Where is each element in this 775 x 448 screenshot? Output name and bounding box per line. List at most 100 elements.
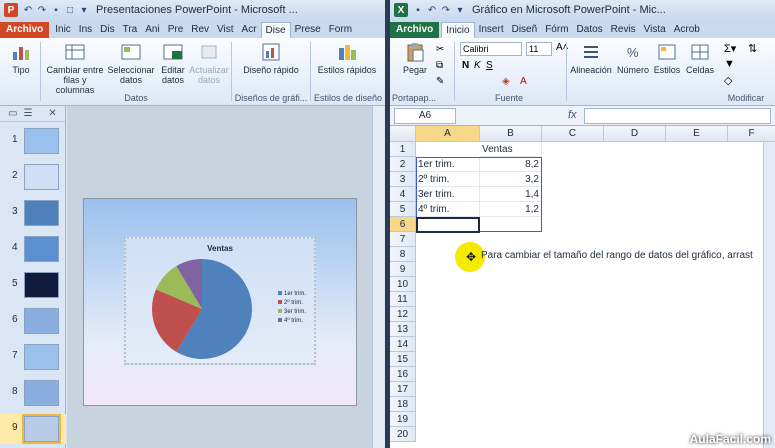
pp-tab-12[interactable]: Form (325, 22, 356, 38)
format-painter-icon[interactable]: ✎ (436, 76, 444, 87)
autosum-icon[interactable]: Σ▾ (724, 42, 736, 55)
xl-tab-2[interactable]: Insert (475, 22, 508, 38)
xl-tab-0[interactable]: Archivo (390, 22, 440, 38)
bold-icon[interactable]: N (462, 60, 469, 71)
slide-thumbnail[interactable]: 3 (0, 198, 66, 228)
slides-tab-icon[interactable]: ▭ (8, 108, 17, 119)
undo-icon[interactable]: ↶ (22, 4, 34, 16)
fill-color-icon[interactable]: ◈ (502, 76, 510, 87)
chart-type-button[interactable]: Tipo (6, 42, 36, 75)
copy-icon[interactable]: ⧉ (436, 60, 443, 71)
xl-tab-5[interactable]: Datos (573, 22, 607, 38)
number-format-button[interactable]: % Número (614, 42, 652, 75)
row-header-20[interactable]: 20 (390, 427, 416, 442)
row-header-1[interactable]: 1 (390, 142, 416, 157)
close-panel-icon[interactable]: ✕ (48, 108, 56, 119)
pp-tab-9[interactable]: Acr (238, 22, 261, 38)
switch-row-column-button[interactable]: Cambiar entre filas y columnas (44, 42, 106, 95)
pp-tab-10[interactable]: Dise (260, 22, 291, 38)
styles-button[interactable]: Estilos (652, 42, 682, 75)
column-header-f[interactable]: F (728, 126, 775, 142)
clear-icon[interactable]: ◇ (724, 74, 732, 87)
cell-label-a2[interactable]: 1er trim. (416, 157, 480, 172)
excel-app-icon[interactable]: X (394, 3, 408, 17)
pp-tab-2[interactable]: Ins (75, 22, 96, 38)
row-header-9[interactable]: 9 (390, 262, 416, 277)
slide-thumbnail[interactable]: 1 (0, 126, 66, 156)
xl-redo-icon[interactable]: ↷ (440, 4, 452, 16)
powerpoint-app-icon[interactable]: P (4, 3, 18, 17)
name-box[interactable]: A6 (394, 108, 456, 124)
save-icon[interactable]: ▪ (50, 4, 62, 16)
column-header-c[interactable]: C (542, 126, 604, 142)
underline-icon[interactable]: S (486, 60, 493, 71)
row-header-17[interactable]: 17 (390, 382, 416, 397)
active-cell-a6[interactable] (416, 217, 480, 233)
row-header-5[interactable]: 5 (390, 202, 416, 217)
cell-value-b5[interactable]: 1,2 (480, 202, 542, 217)
xl-tab-8[interactable]: Acrob (670, 22, 704, 38)
pp-tab-1[interactable]: Inic (51, 22, 75, 38)
redo-icon[interactable]: ↷ (36, 4, 48, 16)
xl-tab-6[interactable]: Revis (607, 22, 640, 38)
xl-tab-3[interactable]: Diseñ (508, 22, 542, 38)
row-header-4[interactable]: 4 (390, 187, 416, 202)
slide-thumbnail[interactable]: 8 (0, 378, 66, 408)
formula-input[interactable] (584, 108, 771, 124)
insert-function-icon[interactable]: fx (568, 109, 577, 121)
row-header-18[interactable]: 18 (390, 397, 416, 412)
qat-more-icon[interactable]: ▾ (78, 4, 90, 16)
xl-save-icon[interactable]: ▪ (412, 4, 424, 16)
xl-tab-4[interactable]: Fórm (541, 22, 572, 38)
pp-tab-7[interactable]: Rev (187, 22, 213, 38)
pp-tab-11[interactable]: Prese (291, 22, 325, 38)
row-header-2[interactable]: 2 (390, 157, 416, 172)
row-header-15[interactable]: 15 (390, 352, 416, 367)
cell-value-b3[interactable]: 3,2 (480, 172, 542, 187)
cell-value-b4[interactable]: 1,4 (480, 187, 542, 202)
cell-label-a5[interactable]: 4º trim. (416, 202, 480, 217)
xl-tab-7[interactable]: Vista (640, 22, 670, 38)
pp-tab-3[interactable]: Dis (96, 22, 118, 38)
sort-filter-icon[interactable]: ⇅ (748, 42, 757, 55)
paste-button[interactable]: Pegar (396, 42, 434, 75)
column-header-d[interactable]: D (604, 126, 666, 142)
xl-tab-1[interactable]: Inicio (441, 22, 475, 38)
cell-value-b2[interactable]: 8,2 (480, 157, 542, 172)
row-header-19[interactable]: 19 (390, 412, 416, 427)
slide-thumbnail[interactable]: 2 (0, 162, 66, 192)
pp-tab-8[interactable]: Vist (213, 22, 238, 38)
row-header-6[interactable]: 6 (390, 217, 416, 232)
row-header-14[interactable]: 14 (390, 337, 416, 352)
new-icon[interactable]: □ (64, 4, 76, 16)
cells-button[interactable]: Celdas (684, 42, 716, 75)
font-name-select[interactable]: Calibri (460, 42, 522, 56)
font-size-select[interactable]: 11 (526, 42, 552, 56)
row-header-16[interactable]: 16 (390, 367, 416, 382)
row-header-8[interactable]: 8 (390, 247, 416, 262)
quick-styles-button[interactable]: Estilos rápidos (312, 42, 382, 75)
xl-vertical-scrollbar[interactable] (763, 142, 775, 448)
row-header-12[interactable]: 12 (390, 307, 416, 322)
slide-thumbnail[interactable]: 9 (0, 414, 66, 444)
column-header-b[interactable]: B (480, 126, 542, 142)
row-header-10[interactable]: 10 (390, 277, 416, 292)
select-data-button[interactable]: Seleccionar datos (106, 42, 156, 85)
row-header-3[interactable]: 3 (390, 172, 416, 187)
pp-tab-6[interactable]: Pre (164, 22, 188, 38)
xl-undo-icon[interactable]: ↶ (426, 4, 438, 16)
pp-tab-5[interactable]: Ani (141, 22, 163, 38)
xl-qat-more-icon[interactable]: ▾ (454, 4, 466, 16)
slide-thumbnail[interactable]: 5 (0, 270, 66, 300)
fill-icon[interactable]: ▼ (724, 58, 735, 70)
slide-thumbnail[interactable]: 4 (0, 234, 66, 264)
pp-vertical-scrollbar[interactable] (372, 106, 384, 448)
cell-label-a3[interactable]: 2º trim. (416, 172, 480, 187)
select-all-corner[interactable] (390, 126, 416, 142)
outline-tab-icon[interactable]: ☰ (23, 108, 32, 119)
pp-tab-0[interactable]: Archivo (0, 22, 50, 38)
font-color-icon[interactable]: A (520, 76, 527, 87)
slide-thumbnail[interactable]: 6 (0, 306, 66, 336)
column-header-e[interactable]: E (666, 126, 728, 142)
cell-b1[interactable]: Ventas (480, 142, 542, 157)
